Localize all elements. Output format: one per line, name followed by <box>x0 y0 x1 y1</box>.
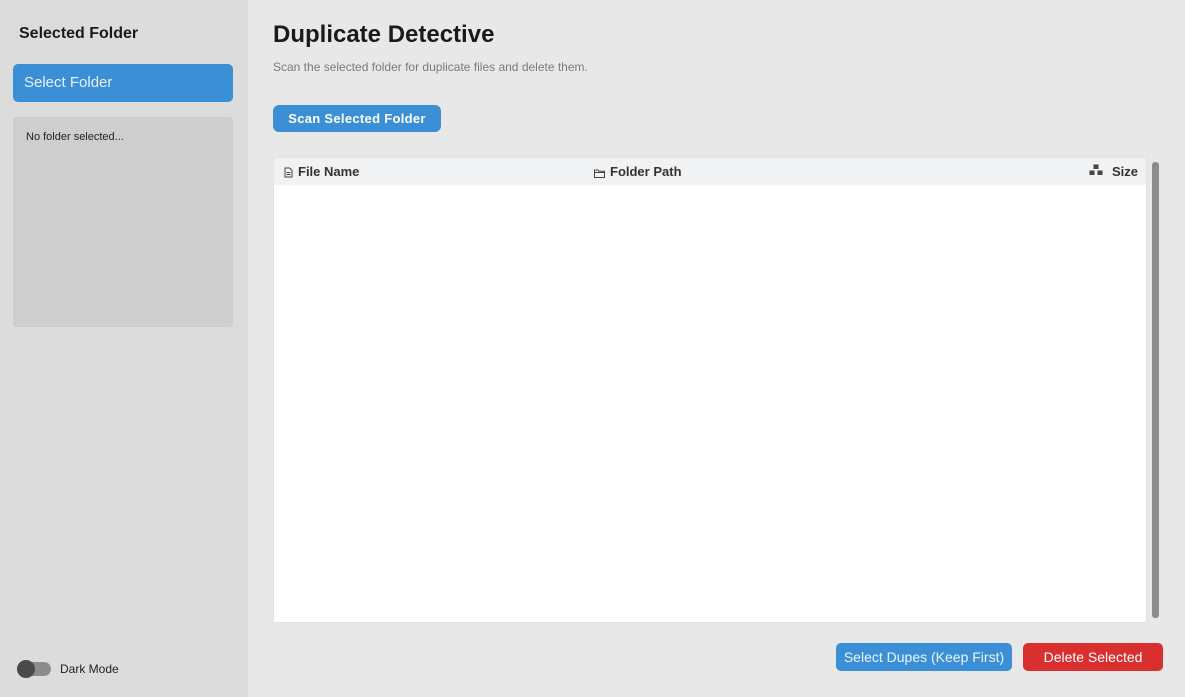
folder-icon <box>594 160 605 187</box>
toggle-knob <box>17 660 35 678</box>
app-window: Selected Folder Select Folder No folder … <box>0 0 1185 697</box>
size-icon <box>1089 158 1103 185</box>
column-label: Size <box>1111 164 1138 179</box>
table-header: File Name Folder Path Size <box>274 158 1146 185</box>
column-label: File Name <box>298 164 360 179</box>
column-header-folder-path[interactable]: Folder Path <box>594 158 682 185</box>
results-table: File Name Folder Path Size <box>273 157 1147 623</box>
page-title: Duplicate Detective <box>273 21 495 48</box>
folder-info-panel: No folder selected... <box>13 117 233 327</box>
select-folder-button[interactable]: Select Folder <box>13 64 233 102</box>
folder-status-text: No folder selected... <box>26 131 124 143</box>
sidebar-title: Selected Folder <box>19 25 139 42</box>
column-header-size[interactable]: Size <box>1089 158 1138 185</box>
scan-folder-button[interactable]: Scan Selected Folder <box>273 105 441 132</box>
column-label: Folder Path <box>610 164 682 179</box>
dark-mode-control: Dark Mode <box>17 659 119 679</box>
select-dupes-button[interactable]: Select Dupes (Keep First) <box>836 643 1012 671</box>
table-scrollbar[interactable] <box>1152 162 1159 618</box>
delete-selected-button[interactable]: Delete Selected <box>1023 643 1163 671</box>
dark-mode-toggle[interactable] <box>17 660 51 678</box>
file-icon <box>284 160 293 187</box>
page-subtitle: Scan the selected folder for duplicate f… <box>273 60 588 74</box>
sidebar: Selected Folder Select Folder No folder … <box>0 0 248 697</box>
dark-mode-label: Dark Mode <box>60 662 119 676</box>
column-header-file-name[interactable]: File Name <box>284 158 359 185</box>
